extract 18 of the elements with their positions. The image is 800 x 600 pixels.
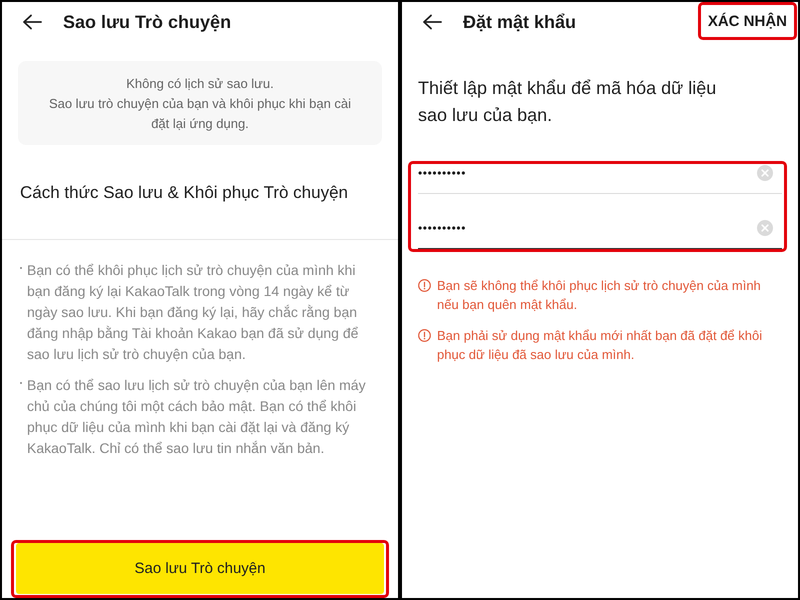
backup-button[interactable]: Sao lưu Trò chuyện bbox=[16, 543, 384, 594]
section-heading: Cách thức Sao lưu & Khôi phục Trò chuyện bbox=[20, 182, 349, 204]
warning-text: Bạn sẽ không thể khôi phục lịch sử trò chuyện của mình nếu bạn quên mật khẩu. bbox=[437, 277, 762, 314]
screen-title: Đặt mật khẩu bbox=[463, 12, 576, 32]
notice-text: Sao lưu trò chuyện của bạn và khôi phục khi bạn cài đặt lại ứng dụng. bbox=[48, 95, 352, 133]
screen-title: Sao lưu Trò chuyện bbox=[63, 12, 232, 32]
password-field[interactable]: •••••••••• bbox=[418, 164, 782, 194]
notice-title: Không có lịch sử sao lưu. bbox=[125, 75, 275, 93]
guide-text: Bạn có thể khôi phục lịch sử trò chuyện của mình khi bạn đăng ký lại KakaoTalk trong vòng 14 ngày kể từ ngày sao lưu. Khi bạn đăng ký lại, hãy chắc rằng bạn đăng nhập bằng Tài khoản Kakao bạn đã sử dụng để sao lưu lịch sử trò chuyện của bạn. bbox=[27, 261, 360, 364]
password-field[interactable]: •••••••••• bbox=[418, 219, 782, 249]
warning-icon bbox=[418, 279, 431, 292]
back-arrow-icon[interactable] bbox=[422, 14, 442, 30]
warning-icon bbox=[418, 329, 431, 342]
warning-text: Bạn phải sử dụng mật khẩu mới nhất bạn đã đặt để khôi phục dữ liệu đã sao lưu của mình. bbox=[437, 327, 764, 364]
instruction-text: Thiết lập mật khẩu để mã hóa dữ liệu sao lưu của bạn. bbox=[418, 77, 718, 127]
back-arrow-icon[interactable] bbox=[22, 14, 42, 30]
confirm-button[interactable]: XÁC NHẬN bbox=[704, 7, 791, 35]
guide-text: Bạn có thể sao lưu lịch sử trò chuyện của bạn lên máy chủ của chúng tôi một cách bảo mật. Bạn có thể khôi phục dữ liệu của mình khi bạn cài đặt lại và đăng ký KakaoTalk. Chỉ có thể sao lưu tin nhắn văn bản. bbox=[27, 376, 367, 458]
